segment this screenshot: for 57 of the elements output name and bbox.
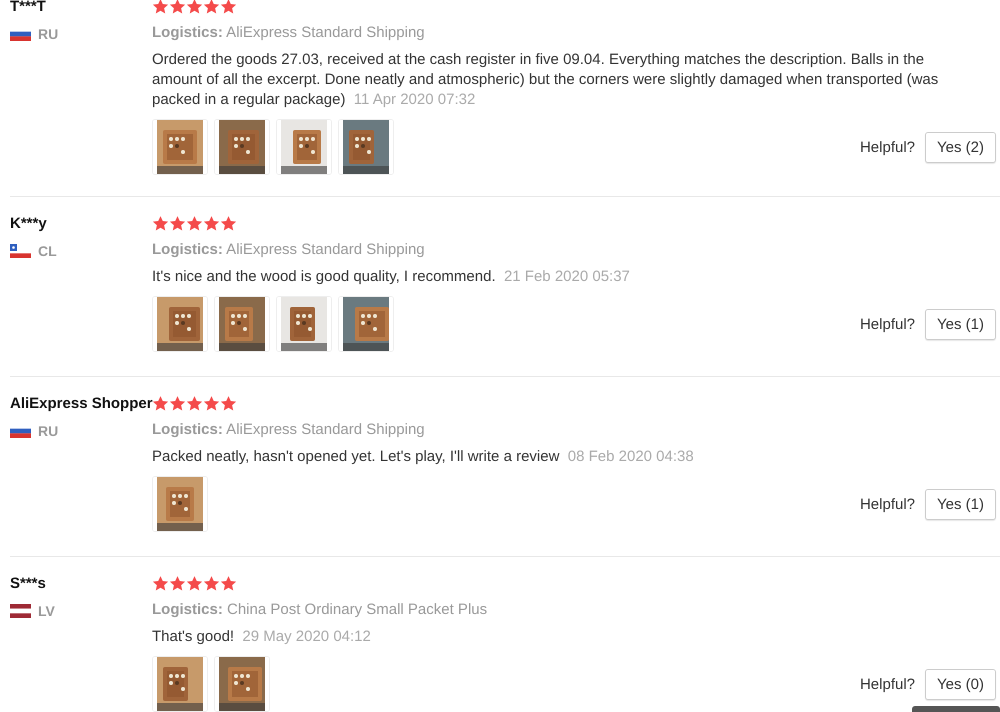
review-text: Packed neatly, hasn't opened yet. Let's play, I'll write a review 08 Feb 2020 04:38 bbox=[152, 447, 695, 467]
photo-thumbnail[interactable] bbox=[338, 119, 394, 175]
reviewer-name: S***s bbox=[10, 574, 47, 594]
star-icon bbox=[169, 214, 186, 232]
review-text: It's nice and the wood is good quality, I recommend. 21 Feb 2020 05:37 bbox=[152, 267, 631, 287]
star-icon bbox=[186, 0, 203, 14]
star-icon bbox=[203, 394, 220, 412]
photo-thumbnail[interactable] bbox=[338, 296, 394, 352]
photo-thumbnail[interactable] bbox=[214, 296, 270, 352]
star-icon bbox=[203, 0, 220, 14]
logistics-info: Logistics: China Post Ordinary Small Packet Plus bbox=[152, 600, 488, 620]
reviewer-name: K***y bbox=[10, 214, 48, 234]
photo-thumbnail[interactable] bbox=[276, 119, 332, 175]
photo-thumbnail[interactable] bbox=[152, 656, 208, 712]
reviewer-name: AliExpress Shopper bbox=[10, 394, 152, 414]
star-icon bbox=[186, 394, 203, 412]
star-icon bbox=[220, 0, 237, 14]
logistics-info: Logistics: AliExpress Standard Shipping bbox=[152, 240, 426, 260]
helpful-label: Helpful? bbox=[860, 316, 916, 332]
star-icon bbox=[203, 214, 220, 232]
photo-thumbnail[interactable] bbox=[152, 296, 208, 352]
photo-thumbnail[interactable] bbox=[214, 119, 270, 175]
logistics-info: Logistics: AliExpress Standard Shipping bbox=[152, 23, 426, 43]
flag-icon bbox=[10, 604, 31, 618]
logistics-info: Logistics: AliExpress Standard Shipping bbox=[152, 420, 426, 440]
country-code: RU bbox=[38, 423, 58, 439]
star-icon bbox=[220, 574, 237, 592]
photo-thumbnail[interactable] bbox=[152, 119, 208, 175]
helpful-yes-button[interactable]: Yes (1) bbox=[925, 488, 996, 520]
review-text: Ordered the goods 27.03, received at the cash register in five 09.04. Everything matches the description. Balls in the amount of all the excerpt. Done neatly and atmospheric) but the corners were slightly damaged when transported (was packed in a regular package) 11 Apr 2020 07:32 bbox=[152, 50, 940, 110]
helpful-yes-button[interactable]: Yes (0) bbox=[925, 668, 996, 700]
reviewer-name: T***T bbox=[10, 0, 47, 17]
photo-thumbnail[interactable] bbox=[276, 296, 332, 352]
helpful-yes-button[interactable]: Yes (2) bbox=[925, 132, 996, 162]
photo-thumbnail[interactable] bbox=[152, 476, 208, 532]
country-code: CL bbox=[38, 243, 57, 259]
photo-thumbnail[interactable] bbox=[214, 656, 270, 712]
star-icon bbox=[152, 394, 169, 412]
helpful-label: Helpful? bbox=[860, 496, 916, 512]
star-icon bbox=[186, 574, 203, 592]
helpful-label: Helpful? bbox=[860, 138, 916, 156]
star-icon bbox=[203, 574, 220, 592]
star-icon bbox=[169, 394, 186, 412]
star-icon bbox=[169, 574, 186, 592]
flag-icon bbox=[10, 244, 31, 258]
country-code: RU bbox=[38, 26, 58, 42]
star-icon bbox=[186, 214, 203, 232]
star-icon bbox=[220, 214, 237, 232]
helpful-label: Helpful? bbox=[860, 676, 916, 692]
review-text: That's good! 29 May 2020 04:12 bbox=[152, 627, 372, 647]
country-code: LV bbox=[38, 603, 55, 619]
star-icon bbox=[152, 214, 169, 232]
helpful-yes-button[interactable]: Yes (1) bbox=[925, 308, 996, 340]
star-icon bbox=[169, 0, 186, 14]
star-icon bbox=[152, 0, 169, 14]
star-icon bbox=[220, 394, 237, 412]
star-icon bbox=[152, 574, 169, 592]
